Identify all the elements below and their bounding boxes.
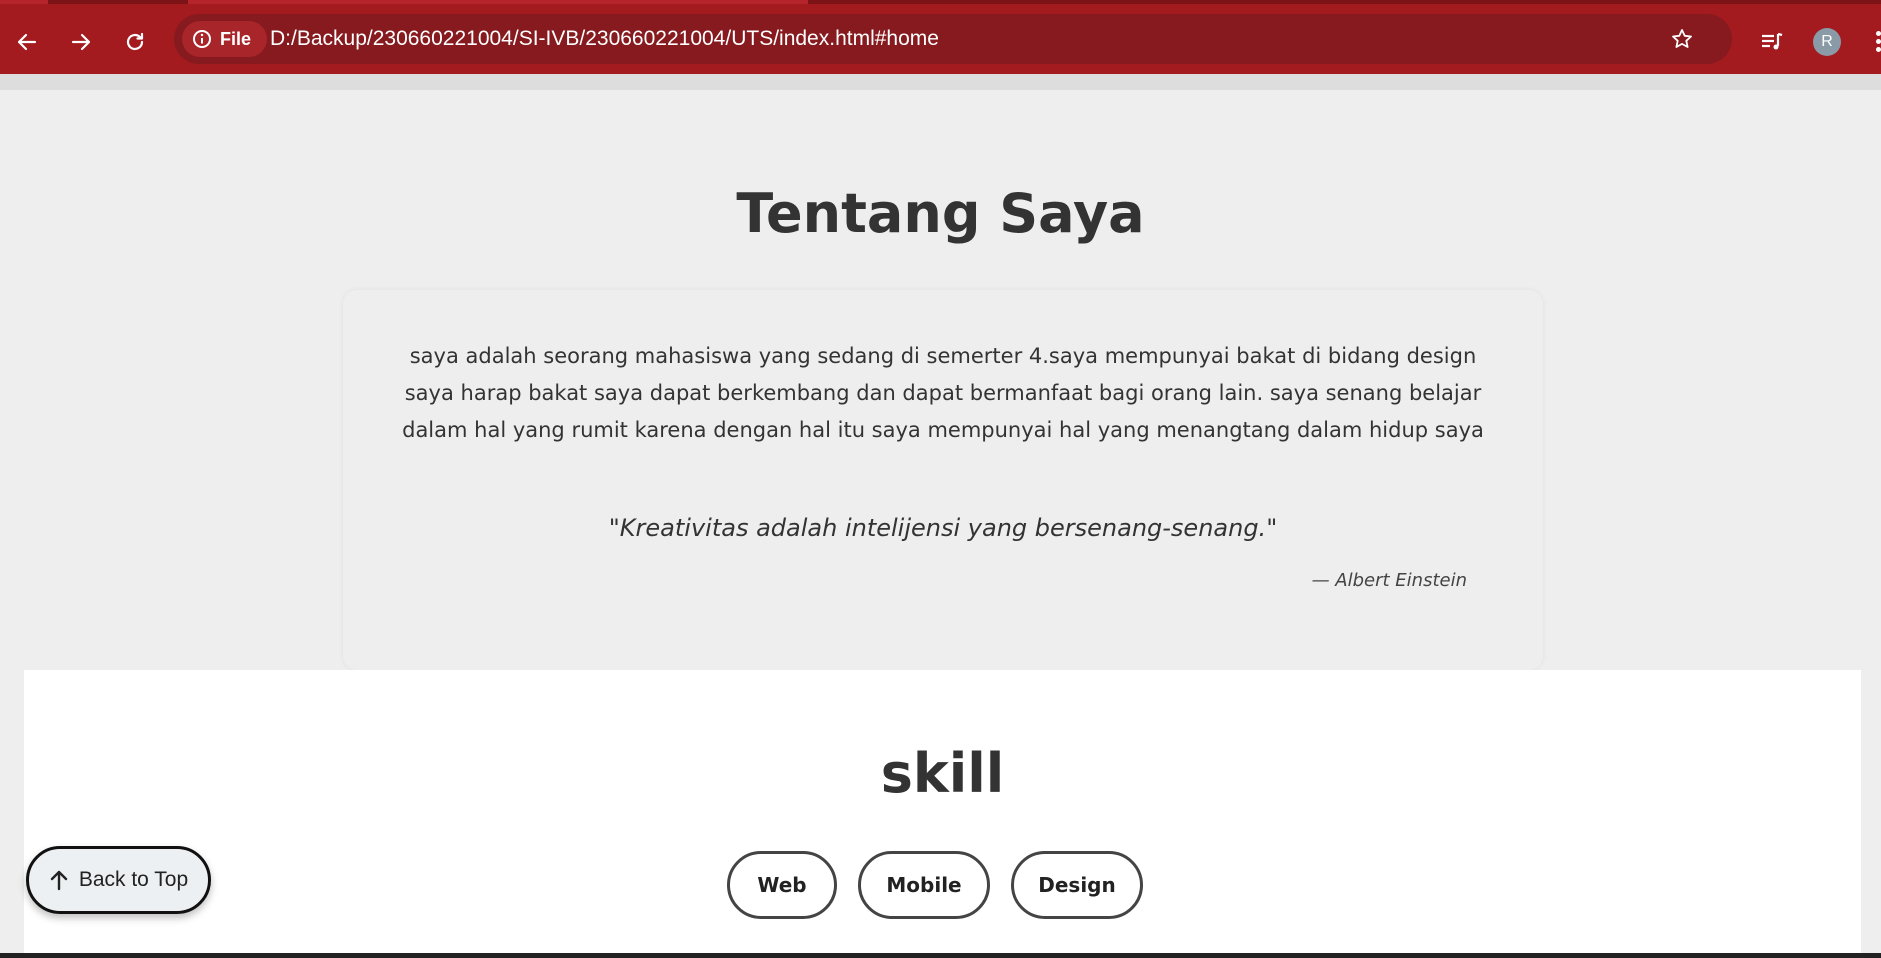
star-icon (1672, 29, 1692, 48)
profile-avatar[interactable]: R (1813, 28, 1841, 56)
about-card: saya adalah seorang mahasiswa yang sedan… (343, 290, 1543, 670)
site-info-chip[interactable]: File (182, 21, 268, 57)
skill-design-button[interactable]: Design (1011, 851, 1143, 919)
page-header-strip (0, 74, 1881, 90)
reload-icon (126, 32, 144, 51)
playlist-icon (1762, 32, 1783, 50)
bottom-edge-bar (0, 953, 1881, 958)
quote-author: — Albert Einstein (1311, 570, 1467, 591)
back-to-top-label: Back to Top (78, 868, 189, 891)
quote-text: "Kreativitas adalah intelijensi yang ber… (608, 514, 1278, 542)
kebab-menu-icon[interactable] (1872, 28, 1881, 56)
about-paragraph: saya adalah seorang mahasiswa yang sedan… (402, 344, 1484, 442)
media-control-button[interactable] (1754, 24, 1790, 60)
skill-title: skill (880, 742, 1005, 805)
arrow-up-icon (50, 870, 68, 891)
about-section: Tentang Saya saya adalah seorang mahasis… (0, 90, 1881, 670)
skill-section: skill Web Mobile Design (24, 670, 1861, 955)
address-bar[interactable]: File D:/Backup/230660221004/SI-IVB/23066… (174, 14, 1732, 64)
forward-button[interactable] (61, 22, 101, 62)
arrow-right-icon (71, 33, 91, 51)
back-to-top-button[interactable]: Back to Top (26, 846, 211, 914)
info-circle-icon (193, 30, 211, 48)
skill-web-button[interactable]: Web (727, 851, 837, 919)
reload-button[interactable] (115, 22, 155, 62)
back-button[interactable] (7, 22, 47, 62)
site-info-label: File (220, 28, 252, 49)
arrow-left-icon (17, 33, 37, 51)
about-title: Tentang Saya (736, 182, 1145, 245)
url-text[interactable]: D:/Backup/230660221004/SI-IVB/2306602210… (270, 27, 939, 51)
skill-mobile-button[interactable]: Mobile (858, 851, 990, 919)
bookmark-button[interactable] (1664, 21, 1700, 57)
browser-toolbar: File D:/Backup/230660221004/SI-IVB/23066… (0, 4, 1881, 74)
